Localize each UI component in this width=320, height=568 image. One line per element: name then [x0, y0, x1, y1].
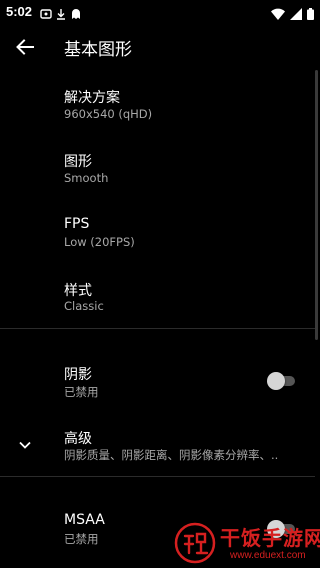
pref-shadow-title: 阴影	[64, 367, 92, 383]
scrollbar[interactable]	[315, 70, 318, 340]
pref-advanced-title: 高级	[64, 431, 92, 447]
pref-style[interactable]: 样式 Classic	[0, 272, 315, 328]
pref-fps[interactable]: FPS Low (20FPS)	[0, 208, 315, 266]
pref-resolution-title: 解决方案	[64, 90, 120, 106]
pref-advanced-summary: 阴影质量、阴影距离、阴影像素分辨率、..	[64, 448, 279, 462]
pref-style-title: 样式	[64, 283, 92, 299]
section-divider	[0, 476, 315, 477]
switch-thumb	[267, 372, 285, 390]
chevron-down-icon	[14, 434, 36, 456]
pref-advanced[interactable]: 高级 阴影质量、阴影距离、阴影像素分辨率、..	[0, 418, 315, 468]
notification-download-icon	[55, 5, 67, 20]
status-bar: 5:02	[0, 0, 320, 24]
status-time: 5:02	[6, 4, 33, 19]
app-bar: 基本图形	[0, 24, 320, 70]
status-notification-icons	[40, 5, 82, 20]
shadow-switch[interactable]	[267, 372, 297, 390]
pref-shadow-summary: 已禁用	[64, 385, 99, 399]
pref-msaa-summary: 已禁用	[64, 532, 99, 546]
back-button[interactable]	[12, 34, 38, 60]
battery-icon	[307, 5, 314, 24]
status-system-icons	[271, 5, 314, 24]
notification-app-icon	[40, 5, 52, 19]
signal-icon	[290, 5, 302, 24]
pref-graphics-summary: Smooth	[64, 171, 109, 185]
pref-graphics[interactable]: 图形 Smooth	[0, 143, 315, 201]
section-divider	[0, 328, 315, 329]
pref-resolution-summary: 960x540 (qHD)	[64, 107, 153, 121]
watermark: 干饭手游网 www.eduext.com	[170, 520, 320, 566]
page-title: 基本图形	[64, 40, 132, 60]
watermark-logo-icon	[174, 522, 216, 564]
wifi-icon	[271, 5, 285, 24]
pref-fps-title: FPS	[64, 216, 90, 232]
pref-shadow[interactable]: 阴影 已禁用	[0, 356, 315, 408]
pref-msaa-title: MSAA	[64, 512, 105, 528]
watermark-title: 干饭手游网	[220, 526, 320, 550]
arrow-left-icon	[16, 39, 34, 55]
pref-fps-summary: Low (20FPS)	[64, 235, 135, 249]
watermark-url: www.eduext.com	[230, 550, 306, 561]
pref-resolution[interactable]: 解决方案 960x540 (qHD)	[0, 78, 315, 136]
pref-style-summary: Classic	[64, 299, 104, 313]
notification-ghost-icon	[70, 5, 82, 19]
pref-graphics-title: 图形	[64, 154, 92, 170]
